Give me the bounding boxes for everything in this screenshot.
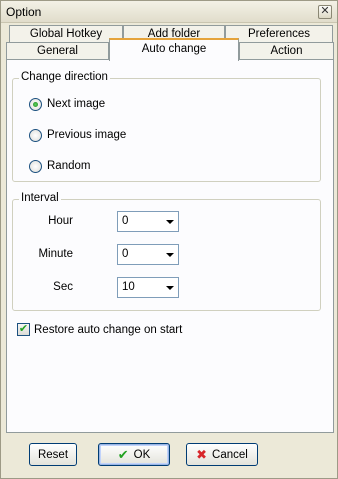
hour-select[interactable]: 0: [117, 211, 179, 232]
options-dialog: Option ✕ Global Hotkey Add folder Prefer…: [0, 0, 338, 479]
cancel-label: Cancel: [212, 448, 248, 461]
radio-indicator[interactable]: [29, 159, 42, 173]
title-bar: Option ✕: [1, 1, 337, 23]
auto-change-panel: Change direction Next image Previous ima…: [6, 59, 334, 433]
radio-previous-image[interactable]: Previous image: [29, 127, 126, 143]
sec-label: Sec: [53, 281, 73, 293]
interval-title: Interval: [19, 192, 61, 204]
reset-button[interactable]: Reset: [29, 443, 77, 466]
chevron-down-icon[interactable]: [166, 253, 174, 257]
tab-label: Preferences: [247, 28, 310, 40]
close-button[interactable]: ✕: [318, 5, 332, 19]
tab-label: Auto change: [141, 43, 207, 55]
checkmark-icon: ✔: [117, 446, 129, 462]
restore-auto-change-checkbox-row[interactable]: ✔ Restore auto change on start: [17, 323, 182, 336]
sec-value: 10: [122, 281, 135, 293]
minute-value: 0: [122, 248, 129, 260]
ok-button[interactable]: ✔ OK: [98, 443, 170, 466]
window-title: Option: [6, 5, 42, 19]
change-direction-title: Change direction: [19, 71, 110, 83]
tab-label: General: [37, 45, 78, 57]
radio-random[interactable]: Random: [29, 158, 90, 174]
tab-label: Global Hotkey: [29, 28, 103, 40]
hour-value: 0: [122, 215, 129, 227]
sec-select[interactable]: 10: [117, 277, 179, 298]
restore-auto-change-label: Restore auto change on start: [34, 323, 183, 336]
close-icon: ✕: [320, 5, 330, 17]
check-icon: ✔: [18, 323, 29, 335]
reset-label: Reset: [37, 448, 69, 461]
restore-auto-change-checkbox[interactable]: ✔: [17, 323, 30, 336]
cancel-button[interactable]: ✖ Cancel: [186, 443, 258, 466]
radio-label: Random: [47, 160, 91, 172]
chevron-down-icon[interactable]: [166, 220, 174, 224]
chevron-down-icon[interactable]: [166, 286, 174, 290]
radio-label: Next image: [47, 98, 106, 110]
change-direction-group: Change direction Next image Previous ima…: [12, 71, 321, 182]
interval-group: Interval Hour 0 Minute 0 Sec 10: [12, 192, 321, 311]
minute-select[interactable]: 0: [117, 244, 179, 265]
tab-auto-change[interactable]: Auto change: [109, 38, 239, 61]
radio-indicator[interactable]: [29, 97, 42, 111]
cross-icon: ✖: [196, 446, 208, 462]
minute-label: Minute: [38, 248, 73, 260]
radio-next-image[interactable]: Next image: [29, 96, 105, 112]
tab-label: Action: [270, 45, 303, 57]
radio-indicator[interactable]: [29, 128, 42, 142]
hour-label: Hour: [48, 215, 73, 227]
radio-label: Previous image: [47, 129, 127, 141]
ok-label: OK: [133, 448, 151, 461]
